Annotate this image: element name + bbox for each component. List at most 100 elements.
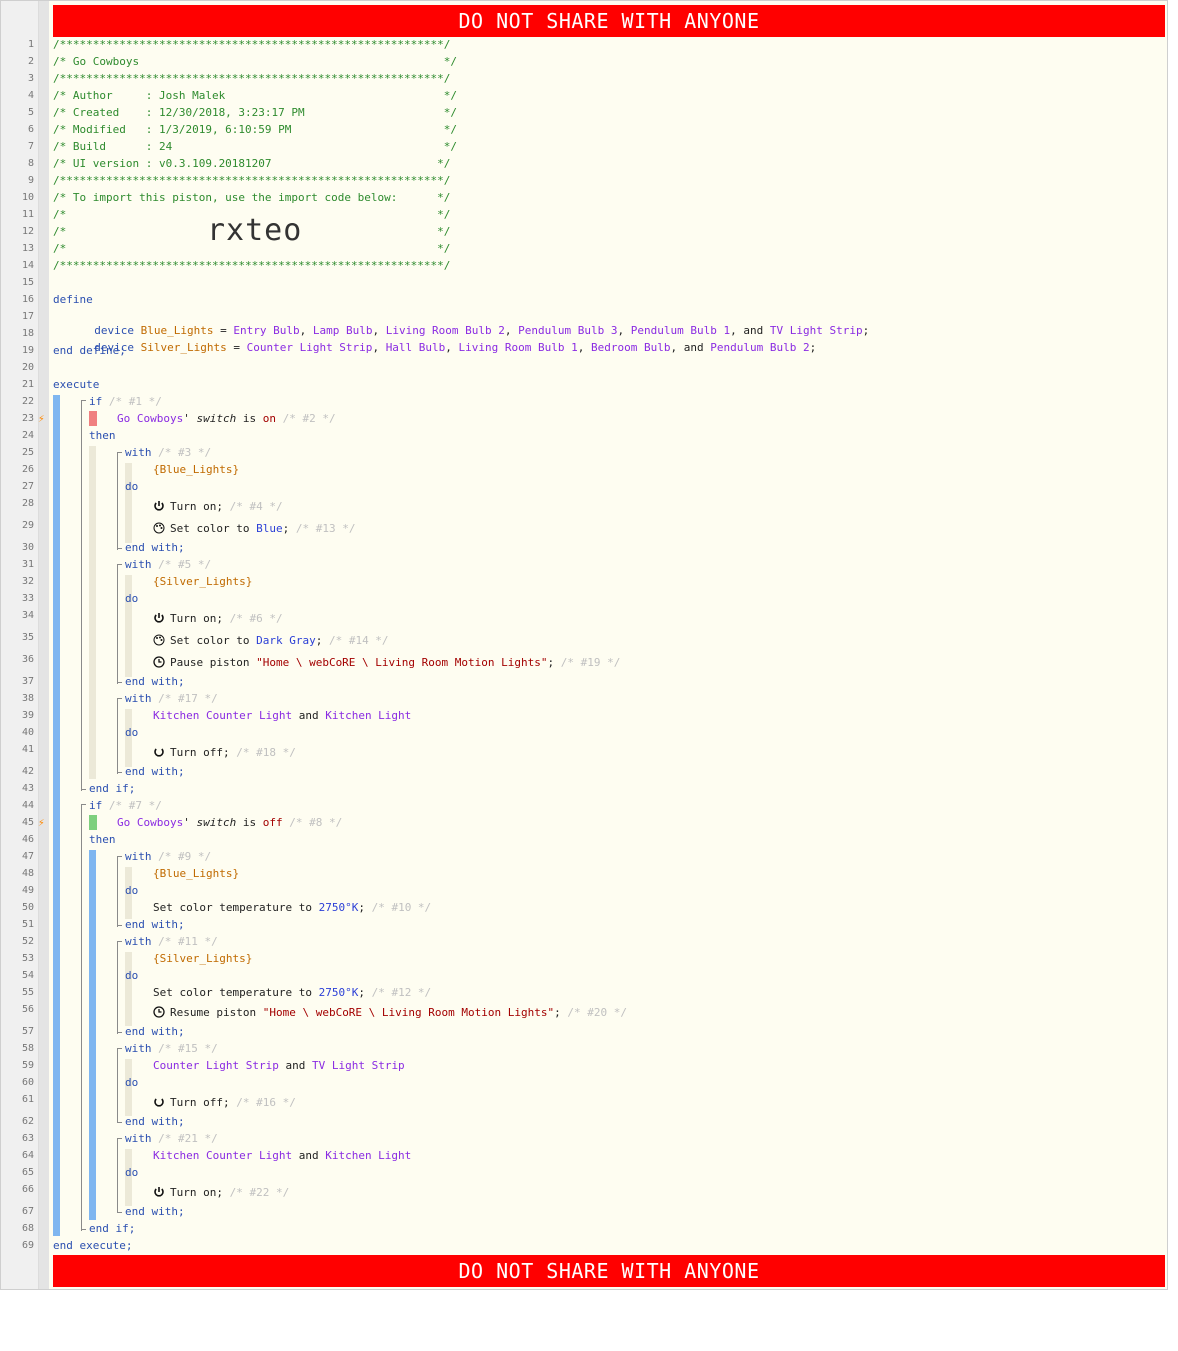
action-turn-on[interactable]: Turn on; /* #6 */ <box>153 612 283 626</box>
line-number: 55 <box>21 987 34 998</box>
line-number: 67 <box>21 1206 34 1217</box>
line-number: 47 <box>21 851 34 862</box>
header-border: /***************************************… <box>53 259 451 272</box>
line-number: 29 <box>21 520 34 531</box>
trigger-gutter <box>39 1 49 1289</box>
with-block-bar <box>125 575 132 677</box>
action-turn-on[interactable]: Turn on; /* #4 */ <box>153 500 283 514</box>
line-number: 36 <box>21 654 34 665</box>
line-number: 39 <box>21 710 34 721</box>
define-keyword: define <box>53 293 93 306</box>
line-number: 54 <box>21 970 34 981</box>
line-number: 4 <box>27 90 34 101</box>
with-statement[interactable]: with /* #21 */ <box>125 1132 218 1146</box>
line-number: 32 <box>21 576 34 587</box>
define-silver-lights[interactable]: device Silver_Lights = Counter Light Str… <box>81 327 816 355</box>
separator: , and <box>670 341 711 354</box>
condition-1[interactable]: Go Cowboys' switch is on /* #2 */ <box>117 412 336 426</box>
line-number: 34 <box>21 610 34 621</box>
end-execute-keyword: end execute; <box>53 1239 133 1252</box>
with-statement[interactable]: with /* #17 */ <box>125 692 218 706</box>
header-title: /* Go Cowboys */ <box>53 55 457 68</box>
do-keyword: do <box>125 726 139 739</box>
line-number: 57 <box>21 1026 34 1037</box>
if-statement-2[interactable]: if /* #7 */ <box>89 799 162 813</box>
action-turn-off[interactable]: Turn off; /* #18 */ <box>153 746 296 760</box>
line-number: 62 <box>21 1116 34 1127</box>
with-statement[interactable]: with /* #9 */ <box>125 850 211 864</box>
action-resume-piston[interactable]: Resume piston "Home \ webCoRE \ Living R… <box>153 1006 627 1020</box>
action-pause-piston[interactable]: Pause piston "Home \ webCoRE \ Living Ro… <box>153 656 620 670</box>
with-bracket-end <box>117 1206 122 1213</box>
if-statement-1[interactable]: if /* #1 */ <box>89 395 162 409</box>
action-set-temperature[interactable]: Set color temperature to 2750°K; /* #12 … <box>153 986 431 1000</box>
header-created: /* Created : 12/30/2018, 3:23:17 PM */ <box>53 106 457 119</box>
header-border: /***************************************… <box>53 174 451 187</box>
line-number: 56 <box>21 1004 34 1015</box>
line-number: 3 <box>27 73 34 84</box>
action-turn-on[interactable]: Turn on; /* #22 */ <box>153 1186 289 1200</box>
line-number: 9 <box>27 175 34 186</box>
line-number: 12 <box>21 226 34 237</box>
action-set-color[interactable]: Set color to Blue; /* #13 */ <box>153 522 355 536</box>
action-set-temperature[interactable]: Set color temperature to 2750°K; /* #10 … <box>153 901 431 915</box>
power-off-icon <box>154 748 164 757</box>
trigger-bolt-icon: ⚡ <box>38 412 45 425</box>
do-keyword: do <box>125 969 139 982</box>
trigger-bolt-icon: ⚡ <box>38 816 45 829</box>
line-number: 37 <box>21 676 34 687</box>
end-with-keyword: end with; <box>125 675 185 688</box>
line-number: 53 <box>21 953 34 964</box>
warning-banner-top: DO NOT SHARE WITH ANYONE <box>53 5 1165 37</box>
with-statement[interactable]: with /* #11 */ <box>125 935 218 949</box>
with-bracket-end <box>117 919 122 926</box>
header-border: /***************************************… <box>53 72 451 85</box>
with-bracket <box>117 698 122 774</box>
end-if-keyword: end if; <box>89 782 136 795</box>
do-keyword: do <box>125 592 139 605</box>
separator: , <box>577 341 592 354</box>
then-keyword: then <box>89 429 116 442</box>
action-turn-off[interactable]: Turn off; /* #16 */ <box>153 1096 296 1110</box>
line-number: 20 <box>21 362 34 373</box>
with-bracket-end <box>117 766 122 773</box>
line-number: 61 <box>21 1094 34 1105</box>
device-name: Hall Bulb <box>385 341 446 354</box>
line-number: 65 <box>21 1167 34 1178</box>
then-block-bar-2 <box>89 850 96 1220</box>
power-icon <box>154 1187 164 1197</box>
line-number: 15 <box>21 277 34 288</box>
line-number: 1 <box>27 39 34 50</box>
with-bracket-end <box>117 1116 122 1123</box>
warning-banner-bottom: DO NOT SHARE WITH ANYONE <box>53 1255 1165 1287</box>
line-number: 10 <box>21 192 34 203</box>
separator: , <box>372 341 386 354</box>
silver-device-list: Counter Light Strip, Hall Bulb, Living R… <box>247 341 817 354</box>
with-statement[interactable]: with /* #15 */ <box>125 1042 218 1056</box>
line-number: 16 <box>21 294 34 305</box>
then-keyword: then <box>89 833 116 846</box>
with-block-bar <box>125 463 132 543</box>
import-code[interactable]: rxteo <box>207 213 302 248</box>
separator: ; <box>862 324 870 337</box>
line-number: 11 <box>21 209 34 220</box>
power-off-icon <box>154 1098 164 1107</box>
with-statement[interactable]: with /* #3 */ <box>125 446 211 460</box>
line-number: 64 <box>21 1150 34 1161</box>
line-number: 5 <box>27 107 34 118</box>
end-with-keyword: end with; <box>125 765 185 778</box>
line-number: 33 <box>21 593 34 604</box>
with-bracket <box>117 452 122 550</box>
line-number: 6 <box>27 124 34 135</box>
do-keyword: do <box>125 480 139 493</box>
device-list: Kitchen Counter Light and Kitchen Light <box>153 709 412 722</box>
line-number: 59 <box>21 1060 34 1071</box>
action-set-color[interactable]: Set color to Dark Gray; /* #14 */ <box>153 634 389 648</box>
device-var: {Blue_Lights} <box>153 867 240 880</box>
condition-2[interactable]: Go Cowboys' switch is off /* #8 */ <box>117 816 342 830</box>
line-number: 28 <box>21 498 34 509</box>
device-name: Bedroom Bulb <box>591 341 671 354</box>
device-list: Counter Light Strip and TV Light Strip <box>153 1059 405 1072</box>
with-statement[interactable]: with /* #5 */ <box>125 558 211 572</box>
with-bracket <box>117 1138 122 1213</box>
